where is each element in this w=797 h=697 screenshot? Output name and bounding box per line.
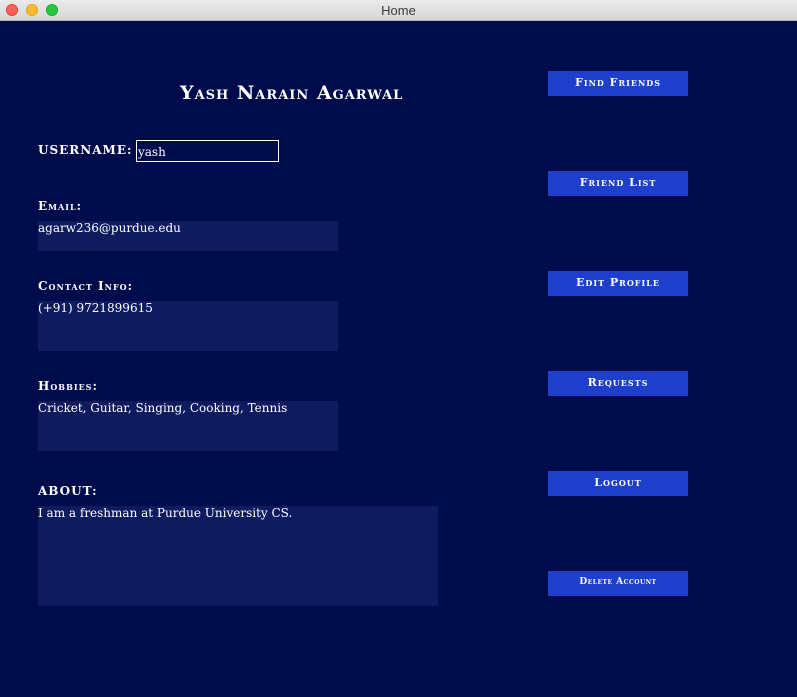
about-label: ABOUT:	[38, 484, 98, 498]
contact-info-field[interactable]: (+91) 9721899615	[38, 301, 338, 351]
title-bar[interactable]: Home	[0, 0, 797, 21]
logout-button[interactable]: Logout	[548, 471, 688, 496]
contact-info-label: Contact Info:	[38, 279, 134, 293]
username-label: USERNAME:	[38, 143, 133, 157]
profile-name-heading: Yash Narain Agarwal	[180, 82, 404, 104]
username-field[interactable]	[136, 140, 279, 162]
find-friends-button[interactable]: Find Friends	[548, 71, 688, 96]
delete-account-button[interactable]: Delete Account	[548, 571, 688, 596]
email-label: Email:	[38, 199, 83, 213]
hobbies-label: Hobbies:	[38, 379, 98, 393]
hobbies-field[interactable]: Cricket, Guitar, Singing, Cooking, Tenni…	[38, 401, 338, 451]
window-title: Home	[381, 3, 416, 18]
about-field[interactable]: I am a freshman at Purdue University CS.	[38, 506, 438, 606]
friend-list-button[interactable]: Friend List	[548, 171, 688, 196]
requests-button[interactable]: Requests	[548, 371, 688, 396]
home-window: Home Yash Narain Agarwal USERNAME: Email…	[0, 0, 797, 697]
email-field[interactable]: agarw236@purdue.edu	[38, 221, 338, 251]
edit-profile-button[interactable]: Edit Profile	[548, 271, 688, 296]
